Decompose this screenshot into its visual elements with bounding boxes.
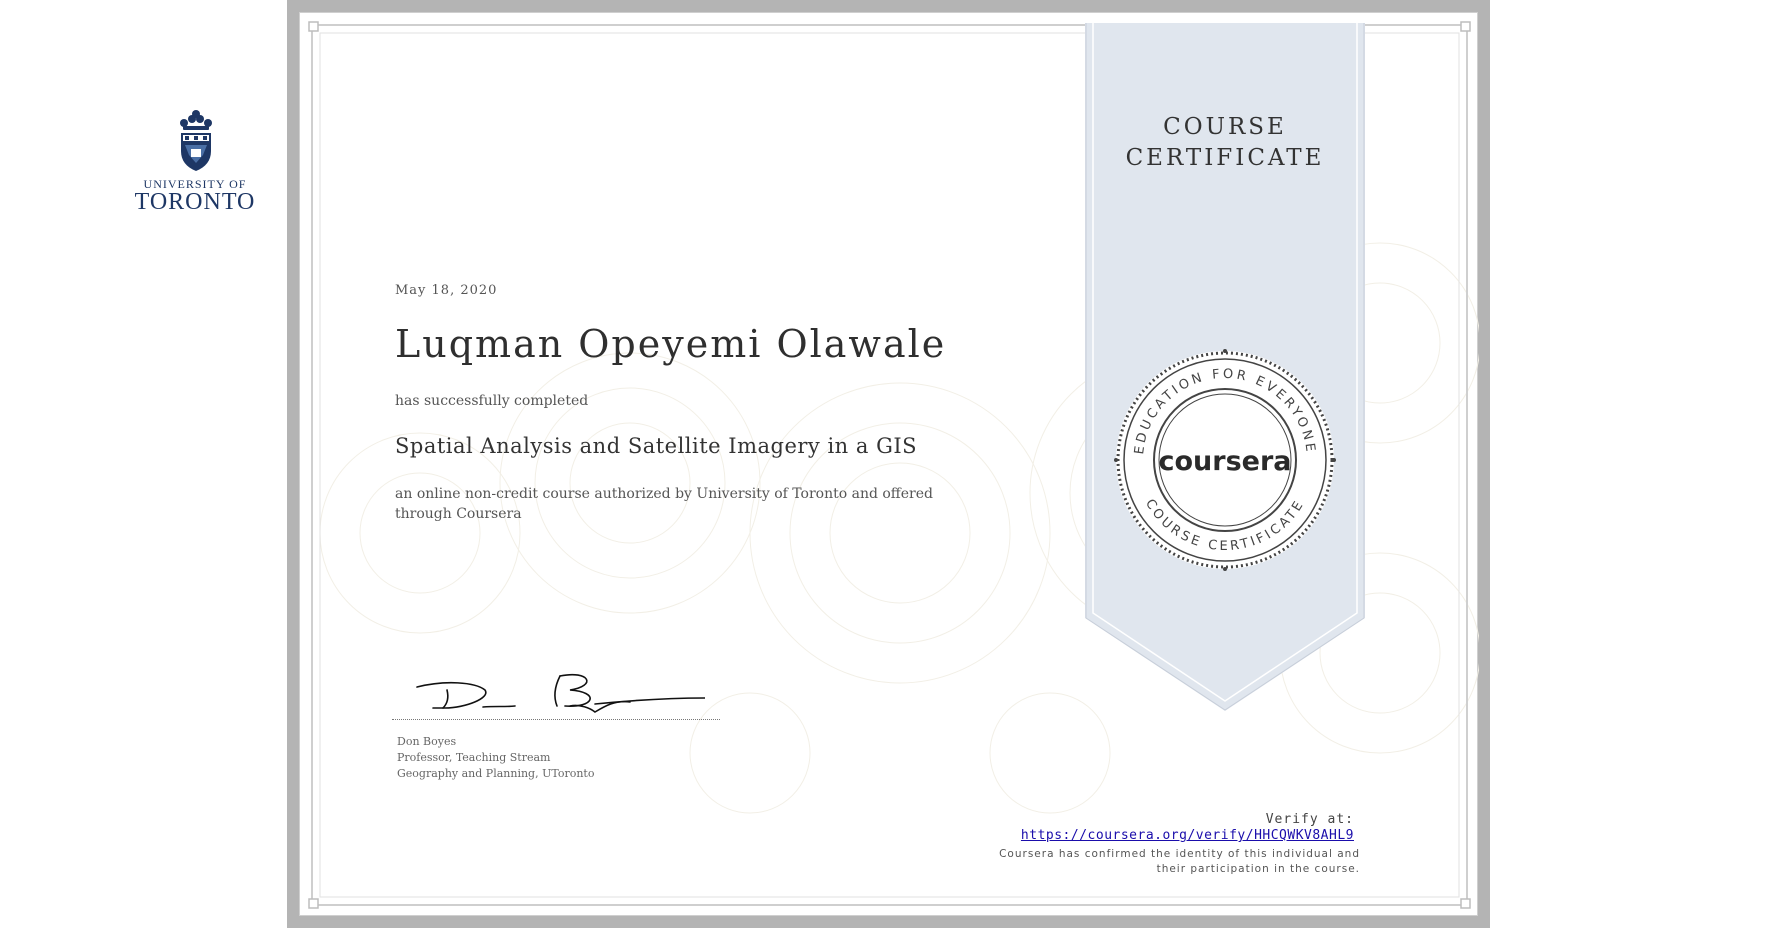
issue-date: May 18, 2020 xyxy=(395,283,498,298)
completion-statement: has successfully completed xyxy=(395,393,589,409)
university-name-large: TORONTO xyxy=(134,189,256,215)
course-title: Spatial Analysis and Satellite Imagery i… xyxy=(395,434,918,458)
verify-link[interactable]: https://coursera.org/verify/HHCQWKV8AHL9 xyxy=(960,828,1360,843)
ribbon-title-line1: COURSE xyxy=(1163,114,1287,140)
signatory-title: Professor, Teaching Stream xyxy=(397,751,551,764)
ribbon-title: COURSE CERTIFICATE xyxy=(1085,112,1365,174)
coursera-seal: EDUCATION FOR EVERYONE COURSE CERTIFICAT… xyxy=(1114,349,1336,571)
verification-block: Verify at: https://coursera.org/verify/H… xyxy=(960,812,1360,843)
verification-note-line1: Coursera has confirmed the identity of t… xyxy=(999,848,1360,860)
signature-line xyxy=(392,719,720,720)
verify-label: Verify at: xyxy=(1265,812,1354,827)
course-description: an online non-credit course authorized b… xyxy=(395,486,933,522)
signatory-department: Geography and Planning, UToronto xyxy=(397,767,595,780)
signature-image xyxy=(416,673,705,713)
university-crest-icon xyxy=(180,110,212,171)
seal-wordmark: coursera xyxy=(1158,446,1291,477)
signatory-name: Don Boyes xyxy=(397,735,457,748)
recipient-name: Luqman Opeyemi Olawale xyxy=(395,322,947,366)
ribbon-title-line2: CERTIFICATE xyxy=(1125,145,1325,171)
verification-note: Coursera has confirmed the identity of t… xyxy=(960,847,1360,877)
university-logo: UNIVERSITY OF TORONTO xyxy=(125,105,265,220)
verification-note-line2: their participation in the course. xyxy=(1156,863,1360,875)
